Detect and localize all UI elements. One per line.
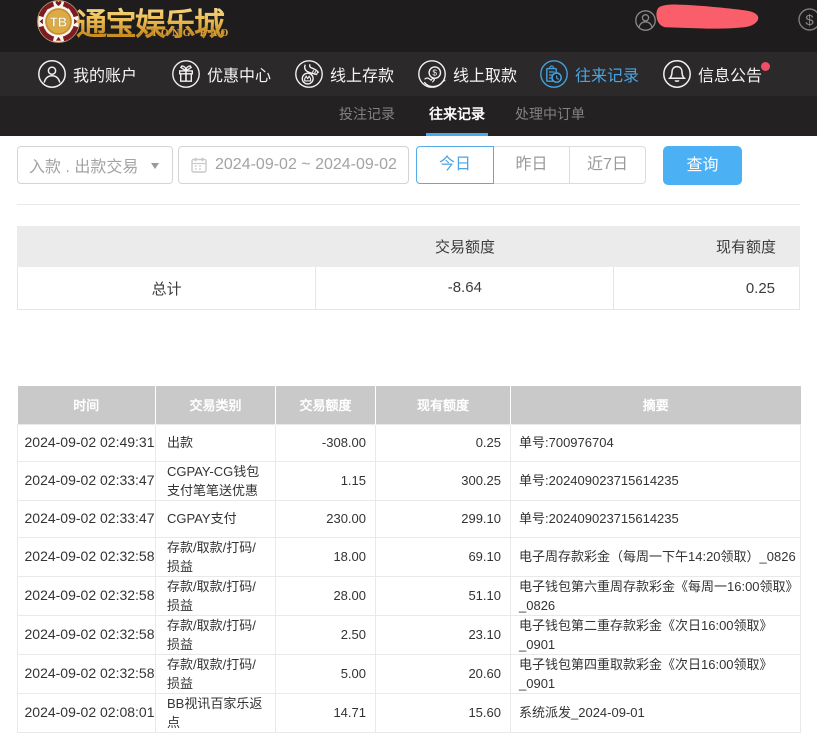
svg-text:TB: TB [50,14,67,29]
svg-text:$: $ [805,12,814,29]
svg-text:$: $ [432,68,437,78]
